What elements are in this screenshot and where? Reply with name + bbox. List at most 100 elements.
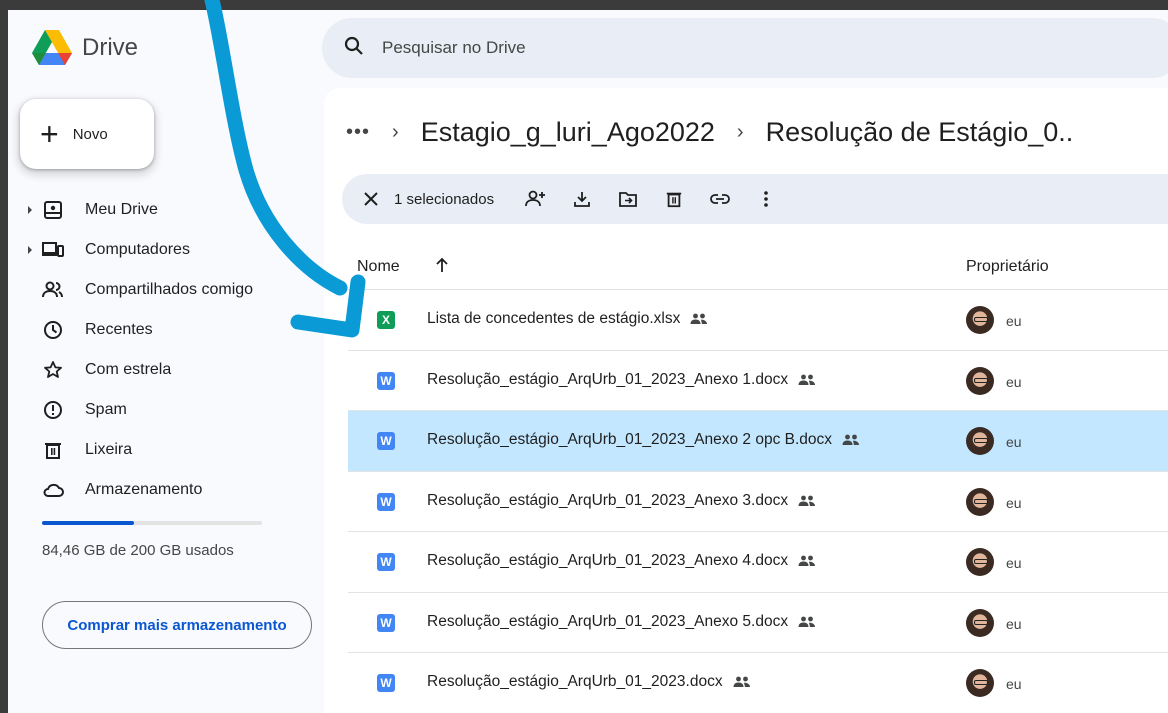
word-file-icon: W: [377, 553, 395, 571]
sidebar-item-storage[interactable]: Armazenamento: [8, 470, 318, 510]
sidebar-item-shared-with-me[interactable]: Compartilhados comigo: [8, 270, 318, 310]
shared-people-icon: [733, 676, 751, 688]
excel-file-icon: X: [377, 311, 395, 329]
table-row[interactable]: W Resolução_estágio_ArqUrb_01_2023_Anexo…: [348, 593, 1168, 653]
word-file-icon: W: [377, 371, 395, 390]
shared-people-icon: [798, 374, 816, 386]
search-icon[interactable]: [344, 36, 364, 61]
owner-name: eu: [1006, 373, 1022, 390]
owner-name: eu: [1006, 313, 1022, 329]
plus-icon: +: [40, 116, 59, 152]
search-bar[interactable]: [322, 18, 1168, 78]
spam-icon: [42, 399, 64, 421]
link-icon[interactable]: [704, 183, 736, 215]
sidebar-item-label: Meu Drive: [85, 201, 158, 218]
breadcrumb-separator: ›: [736, 120, 744, 143]
sidebar-nav: Meu Drive Computadores Compartilhados co…: [8, 190, 318, 510]
search-input[interactable]: [382, 38, 982, 58]
expand-caret-icon[interactable]: [28, 206, 32, 214]
share-icon[interactable]: [520, 183, 552, 215]
shared-people-icon: [798, 555, 816, 567]
my-drive-icon: [42, 199, 64, 221]
selection-count: 1 selecionados: [394, 190, 495, 208]
storage-bar: [42, 521, 262, 525]
selection-toolbar: 1 selecionados: [342, 174, 1168, 224]
sidebar-item-recent[interactable]: Recentes: [8, 310, 318, 350]
table-row[interactable]: W Resolução_estágio_ArqUrb_01_2023_Anexo…: [348, 472, 1168, 532]
owner-name: eu: [1006, 676, 1022, 692]
word-file-icon: W: [377, 613, 395, 632]
shared-people-icon: [798, 616, 816, 628]
shared-with-me-icon: [42, 279, 64, 301]
sidebar-item-my-drive[interactable]: Meu Drive: [8, 190, 318, 230]
table-row[interactable]: W Resolução_estágio_ArqUrb_01_2023_Anexo…: [348, 532, 1168, 593]
file-name: Resolução_estágio_ArqUrb_01_2023_Anexo 1…: [427, 370, 789, 388]
sidebar-item-label: Recentes: [85, 321, 153, 338]
owner-name: eu: [1006, 494, 1022, 511]
star-icon: [42, 359, 64, 381]
breadcrumb-current[interactable]: Resolução de Estágio_0..: [766, 117, 1074, 148]
cloud-icon: [42, 479, 64, 501]
download-icon[interactable]: [566, 183, 598, 215]
owner-avatar: [966, 669, 994, 697]
file-name: Resolução_estágio_ArqUrb_01_2023_Anexo 3…: [427, 491, 789, 509]
storage-bar-fill: [42, 521, 135, 525]
main-content: ••• › Estagio_g_luri_Ago2022 › Resolução…: [324, 88, 1168, 713]
breadcrumb-separator: ›: [392, 120, 399, 143]
close-icon[interactable]: [360, 188, 382, 210]
breadcrumb-more-button[interactable]: •••: [346, 121, 370, 144]
file-list: X Lista de concedentes de estágio.xlsx e…: [348, 290, 1168, 713]
shared-people-icon: [798, 495, 816, 507]
owner-name: eu: [1006, 615, 1022, 632]
new-button-label: Novo: [72, 125, 108, 143]
sidebar-item-label: Compartilhados comigo: [85, 281, 254, 298]
file-name: Resolução_estágio_ArqUrb_01_2023_Anexo 5…: [427, 612, 789, 630]
table-row[interactable]: W Resolução_estágio_ArqUrb_01_2023.docx …: [348, 653, 1168, 713]
file-name: Lista de concedentes de estágio.xlsx: [427, 310, 681, 327]
computers-icon: [42, 239, 64, 261]
owner-avatar: [966, 306, 994, 334]
table-row[interactable]: W Resolução_estágio_ArqUrb_01_2023_Anexo…: [348, 411, 1168, 472]
trash-icon[interactable]: [658, 183, 690, 215]
owner-avatar: [966, 366, 994, 395]
column-header-name[interactable]: Nome: [357, 258, 400, 276]
storage-usage-text: 84,46 GB de 200 GB usados: [42, 542, 234, 559]
owner-avatar: [966, 608, 994, 637]
more-vert-icon[interactable]: [750, 183, 782, 215]
drive-logo-icon: [32, 30, 72, 65]
sidebar-item-label: Computadores: [85, 241, 190, 258]
word-file-icon: W: [377, 674, 395, 692]
expand-caret-icon[interactable]: [28, 246, 32, 254]
table-row[interactable]: W Resolução_estágio_ArqUrb_01_2023_Anexo…: [348, 351, 1168, 411]
owner-name: eu: [1006, 434, 1022, 450]
drive-logo[interactable]: Drive: [32, 26, 138, 70]
new-button[interactable]: + Novo: [20, 99, 154, 169]
app-name: Drive: [82, 34, 139, 61]
sidebar-item-trash[interactable]: Lixeira: [8, 430, 318, 470]
trash-icon: [42, 439, 64, 461]
word-file-icon: W: [377, 432, 395, 450]
shared-people-icon: [842, 434, 860, 446]
sidebar-item-label: Armazenamento: [85, 481, 203, 498]
breadcrumb: ••• › Estagio_g_luri_Ago2022 › Resolução…: [346, 112, 1073, 152]
sidebar-item-label: Com estrela: [85, 361, 172, 378]
shared-people-icon: [690, 313, 708, 325]
column-header-owner[interactable]: Proprietário: [966, 258, 1049, 276]
breadcrumb-item[interactable]: Estagio_g_luri_Ago2022: [421, 117, 715, 148]
sidebar-item-spam[interactable]: Spam: [8, 390, 318, 430]
move-icon[interactable]: [612, 183, 644, 215]
table-row[interactable]: X Lista de concedentes de estágio.xlsx e…: [348, 290, 1168, 351]
table-header: Nome Proprietário: [348, 244, 1168, 290]
owner-avatar: [966, 487, 994, 516]
buy-storage-button[interactable]: Comprar mais armazenamento: [42, 601, 312, 649]
sidebar-item-starred[interactable]: Com estrela: [8, 350, 318, 390]
sidebar-item-label: Spam: [85, 401, 127, 418]
file-name: Resolução_estágio_ArqUrb_01_2023_Anexo 4…: [427, 552, 789, 569]
owner-name: eu: [1006, 555, 1022, 571]
file-name: Resolução_estágio_ArqUrb_01_2023_Anexo 2…: [427, 431, 833, 448]
sidebar-item-computers[interactable]: Computadores: [8, 230, 318, 270]
owner-avatar: [966, 548, 994, 576]
clock-icon: [42, 319, 64, 341]
owner-avatar: [966, 427, 994, 455]
sort-arrow-up-icon[interactable]: [434, 256, 450, 279]
